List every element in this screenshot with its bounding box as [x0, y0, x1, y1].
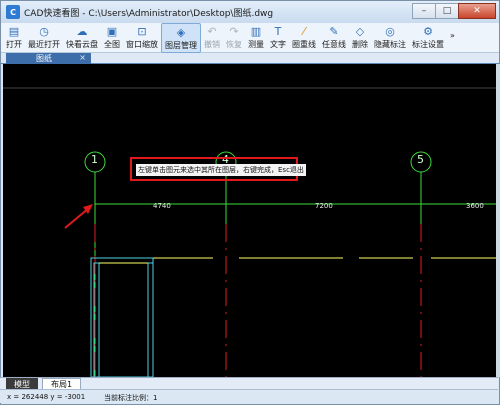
drawing-svg — [3, 64, 496, 377]
annotation-arrow-shaft — [64, 207, 90, 229]
document-tabstrip: 图纸 × — [1, 53, 499, 64]
cloud-icon: ☁ — [76, 25, 88, 38]
delete-button[interactable]: ◇ 删除 — [349, 23, 371, 53]
annotation-settings-button[interactable]: ⚙ 标注设置 — [409, 23, 447, 53]
layers-icon: ◈ — [176, 26, 186, 39]
maximize-button[interactable]: □ — [435, 3, 459, 19]
hide-annotation-button[interactable]: ◎ 隐藏标注 — [371, 23, 409, 53]
window-zoom-icon: ⊡ — [137, 25, 147, 38]
minimize-button[interactable]: – — [412, 3, 436, 19]
close-tab-icon[interactable]: × — [79, 53, 86, 62]
grid-label-5: 5 — [417, 153, 424, 166]
cloud-line-button[interactable]: ⁄ 圈重线 — [289, 23, 319, 53]
wall-frame-right — [147, 262, 154, 377]
settings-icon: ⚙ — [423, 25, 433, 38]
annotation-scale: 当前标注比例：1 — [104, 394, 158, 402]
title-bar[interactable]: C CAD快速看图 - C:\Users\Administrator\Deskt… — [1, 1, 499, 23]
cloud-line-icon: ⁄ — [303, 25, 305, 38]
dimension-3600: 3600 — [466, 202, 484, 210]
document-tab[interactable]: 图纸 × — [6, 53, 91, 64]
open-button[interactable]: ▤ 打开 — [3, 23, 25, 53]
cursor-coordinates: x = 262448 y = -3001 — [7, 393, 86, 401]
text-icon: T — [274, 25, 282, 38]
toolbar-more-button[interactable]: » — [447, 23, 458, 53]
layer-select-hint: 左键单击图元来选中其所在图层，右键完成，Esc退出 — [136, 164, 306, 176]
fullview-icon: ▣ — [106, 25, 118, 38]
full-view-button[interactable]: ▣ 全图 — [101, 23, 123, 53]
drawing-canvas[interactable]: 1 4 5 4740 7200 3600 左键单击图元来选中其所在图层，右键完成… — [3, 64, 496, 377]
measure-button[interactable]: ▥ 测量 — [245, 23, 267, 53]
wall-frame-outer — [90, 257, 154, 377]
grid-label-1: 1 — [91, 153, 98, 166]
freehand-line-button[interactable]: ✎ 任意线 — [319, 23, 349, 53]
measure-icon: ▥ — [250, 25, 262, 38]
window-zoom-button[interactable]: ⊡ 窗口缩放 — [123, 23, 161, 53]
app-logo-icon: C — [6, 5, 20, 19]
undo-button[interactable]: ↶ 撤销 — [201, 23, 223, 53]
dimension-4740: 4740 — [153, 202, 171, 210]
layout-tabstrip: 模型 布局1 — [0, 377, 498, 390]
close-button[interactable]: ✕ — [458, 3, 496, 19]
recent-icon: ◷ — [39, 25, 49, 38]
main-toolbar: ▤ 打开 ◷ 最近打开 ☁ 快看云盘 ▣ 全图 ⊡ 窗口缩放 ◈ 图层管理 ↶ 撤销 ↷ 恢复 … — [1, 23, 499, 53]
recent-button[interactable]: ◷ 最近打开 — [25, 23, 63, 53]
window-title: CAD快速看图 - C:\Users\Administrator\Desktop… — [24, 8, 274, 19]
ruler-band — [3, 64, 496, 88]
undo-icon: ↶ — [207, 25, 217, 38]
eye-icon: ◎ — [385, 25, 395, 38]
status-bar: x = 262448 y = -3001 当前标注比例：1 — [0, 389, 498, 403]
document-tab-label: 图纸 — [36, 54, 52, 63]
layer-manager-button[interactable]: ◈ 图层管理 — [161, 23, 201, 53]
window-controls: – □ ✕ — [412, 3, 496, 19]
vertical-scrollbar[interactable] — [496, 64, 500, 377]
text-button[interactable]: T 文字 — [267, 23, 289, 53]
pen-icon: ✎ — [329, 25, 339, 38]
hint-highlight-box: 左键单击图元来选中其所在图层，右键完成，Esc退出 — [130, 157, 306, 181]
folder-icon: ▤ — [8, 25, 20, 38]
dimension-7200: 7200 — [315, 202, 333, 210]
redo-icon: ↷ — [229, 25, 239, 38]
redo-button[interactable]: ↷ 恢复 — [223, 23, 245, 53]
eraser-icon: ◇ — [355, 25, 365, 38]
cloud-button[interactable]: ☁ 快看云盘 — [63, 23, 101, 53]
